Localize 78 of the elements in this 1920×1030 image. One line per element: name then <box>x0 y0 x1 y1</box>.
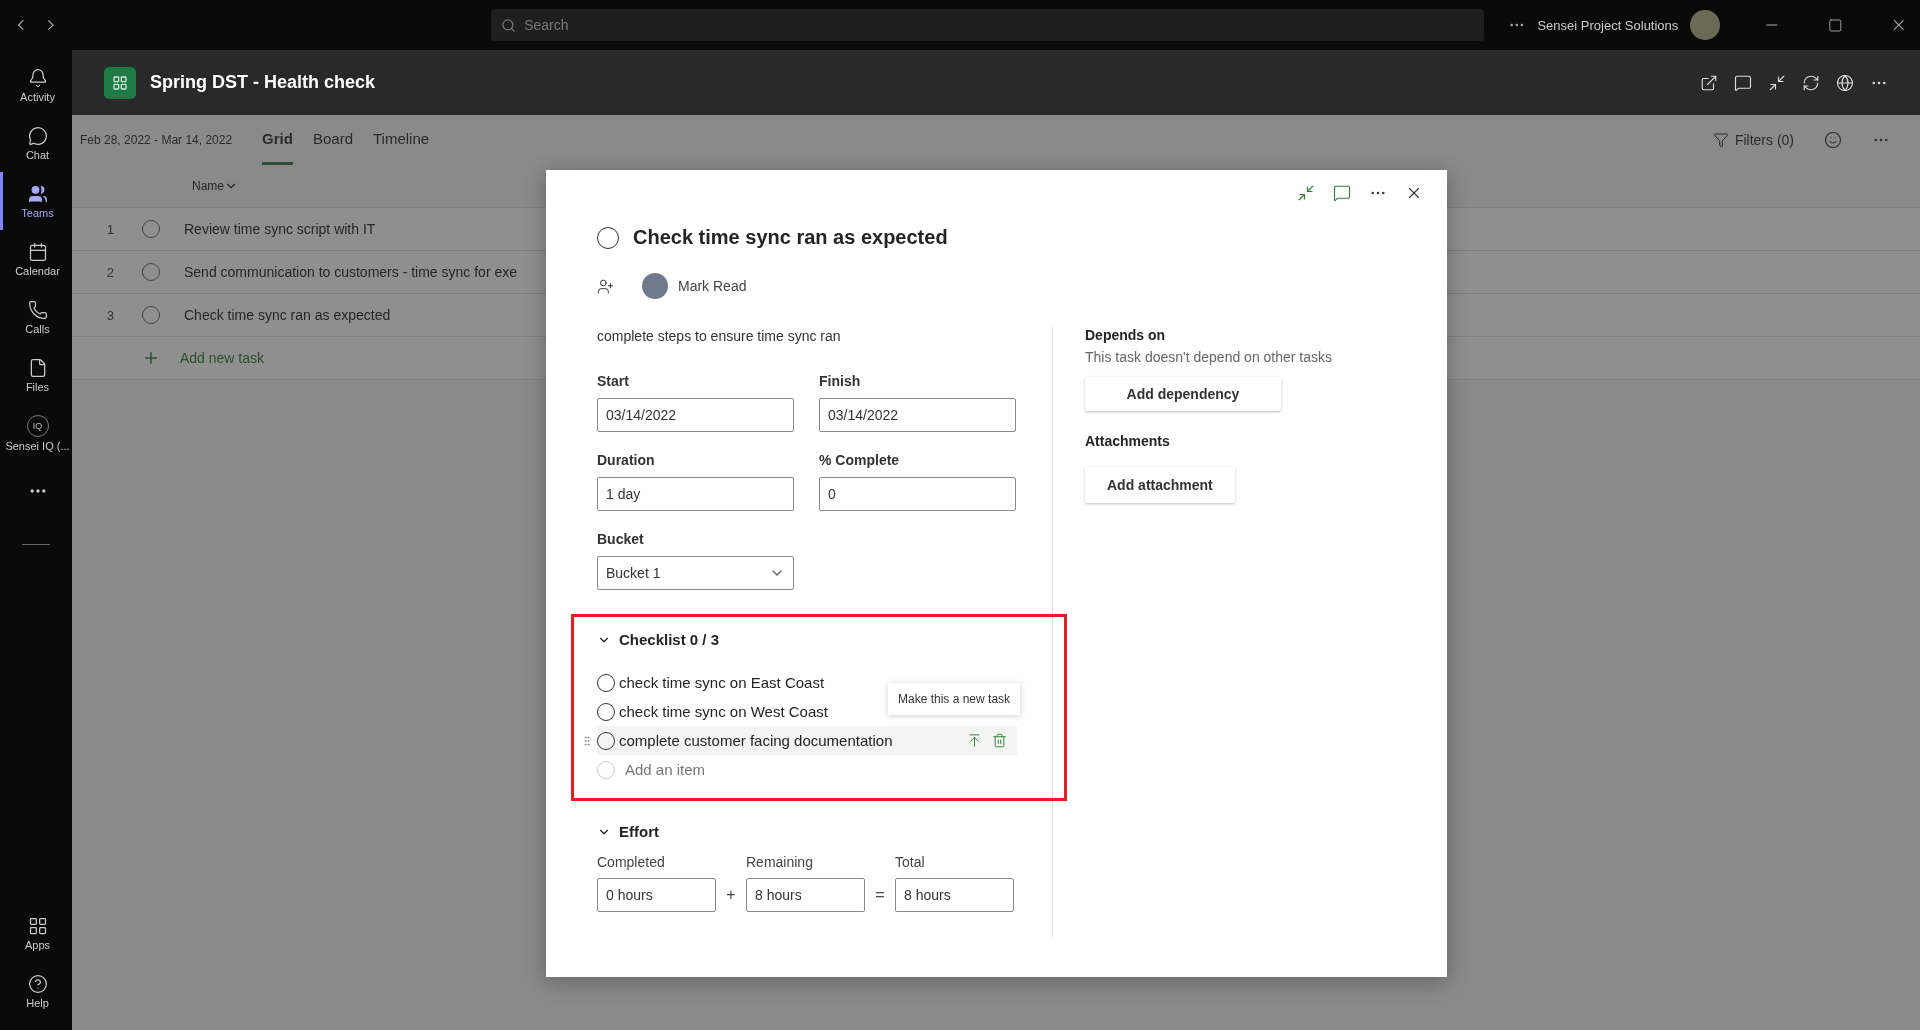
bucket-dropdown[interactable]: Bucket 1 <box>597 556 794 590</box>
collapse-icon[interactable] <box>1768 73 1786 92</box>
add-item-field[interactable]: Add an item <box>597 755 1017 784</box>
row-number: 3 <box>105 307 115 323</box>
field-label: Total <box>895 854 926 870</box>
refresh-icon[interactable] <box>1802 73 1820 92</box>
org-name: Sensei Project Solutions <box>1537 17 1679 33</box>
filters-button[interactable]: Filters (0) <box>1712 132 1794 148</box>
row-number: 2 <box>105 264 115 280</box>
text-field[interactable]: 8 hours <box>746 878 865 912</box>
teams-icon <box>27 183 48 204</box>
section-title: Depends on <box>1085 327 1166 343</box>
rail-item[interactable]: Files <box>0 346 72 404</box>
filter-icon <box>1712 132 1729 148</box>
search-placeholder: Search <box>524 17 569 33</box>
plus-sign: + <box>725 885 737 905</box>
task-name[interactable]: Check time sync ran as expected <box>184 307 391 323</box>
rail-item[interactable]: Apps <box>0 904 72 962</box>
drag-handle-icon[interactable] <box>581 734 593 747</box>
field-label: Bucket <box>597 531 645 547</box>
calendar-icon <box>27 241 48 262</box>
row-number: 1 <box>105 221 115 237</box>
task-name[interactable]: Review time sync script with IT <box>184 221 376 237</box>
field-label: Start <box>597 373 630 389</box>
view-tab[interactable]: Timeline <box>373 115 430 165</box>
text-field[interactable]: 03/14/2022 <box>819 398 1016 432</box>
chat-icon[interactable] <box>1734 73 1752 92</box>
collapse-icon[interactable] <box>1297 184 1315 202</box>
field-label: Completed <box>597 854 666 870</box>
rail-item[interactable]: Chat <box>0 114 72 172</box>
add-dependency-button[interactable]: Add dependency <box>1085 377 1281 411</box>
app-title: Spring DST - Health check <box>150 72 376 93</box>
text-field[interactable]: 0 <box>819 477 1016 511</box>
field-label: % Complete <box>819 452 901 468</box>
add-attachment-button[interactable]: Add attachment <box>1085 467 1235 503</box>
effort-header[interactable]: Effort <box>597 823 1052 840</box>
tooltip: Make this a new task <box>888 683 1021 715</box>
field-label: Finish <box>819 373 862 389</box>
app-logo <box>104 66 136 99</box>
rail-item[interactable]: Help <box>0 962 72 1020</box>
task-notes: complete steps to ensure time sync ran <box>597 328 841 344</box>
field-label: Remaining <box>746 854 814 870</box>
text-field[interactable]: 1 day <box>597 477 794 511</box>
chat-icon <box>27 125 48 146</box>
bell-icon <box>27 67 48 88</box>
promote-icon[interactable] <box>967 733 982 748</box>
rail-item[interactable]: IQ Sensei IQ (... <box>0 404 72 462</box>
user-avatar[interactable] <box>1690 10 1720 40</box>
emoji-icon[interactable] <box>1824 131 1842 149</box>
delete-icon[interactable] <box>992 733 1007 748</box>
maximize-icon[interactable] <box>1828 17 1843 33</box>
rail-item[interactable]: Activity <box>0 56 72 114</box>
assignee-name: Mark Read <box>678 278 747 294</box>
equals-sign: = <box>874 885 886 905</box>
assign-icon[interactable] <box>597 277 614 295</box>
calls-icon <box>27 299 48 320</box>
field-label: Duration <box>597 452 656 468</box>
comment-icon[interactable] <box>1333 184 1351 202</box>
help-icon <box>27 973 48 994</box>
rail-item[interactable]: Calendar <box>0 230 72 288</box>
checklist-header[interactable]: Checklist 0 / 3 <box>597 631 1064 648</box>
search-icon <box>501 17 517 33</box>
popout-icon[interactable] <box>1700 73 1718 92</box>
globe-icon[interactable] <box>1836 73 1854 92</box>
rail-item[interactable]: Calls <box>0 288 72 346</box>
date-range: Feb 28, 2022 - Mar 14, 2022 <box>80 133 233 147</box>
depends-text: This task doesn't depend on other tasks <box>1085 349 1333 365</box>
apps-icon <box>27 915 48 936</box>
assignee-avatar <box>642 273 668 299</box>
view-tab[interactable]: Board <box>312 115 353 165</box>
name-column-header[interactable]: Name <box>192 179 224 193</box>
task-name[interactable]: Send communication to customers - time sync for exe <box>184 264 518 280</box>
text-field[interactable]: 03/14/2022 <box>597 398 794 432</box>
section-title: Attachments <box>1085 433 1170 449</box>
task-title: Check time sync ran as expected <box>633 226 948 249</box>
search-field[interactable]: Search <box>491 9 1484 41</box>
text-field[interactable]: 0 hours <box>597 878 716 912</box>
text-field[interactable]: 8 hours <box>895 878 1014 912</box>
